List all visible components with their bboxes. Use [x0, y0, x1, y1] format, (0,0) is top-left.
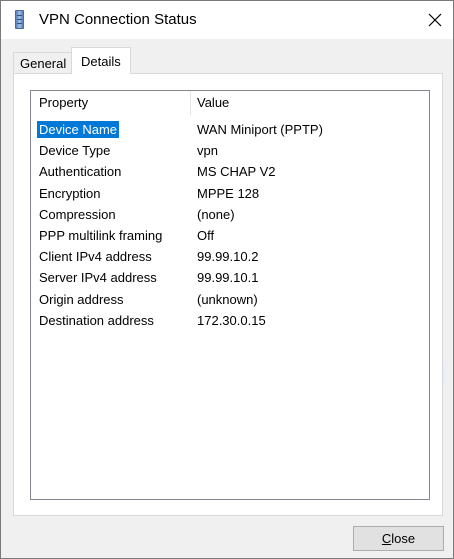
- column-header-property[interactable]: Property: [39, 91, 187, 115]
- close-window-button[interactable]: [419, 5, 451, 35]
- row-value: vpn: [197, 143, 218, 159]
- tab-details-label: Details: [81, 54, 121, 69]
- row-property: Authentication: [39, 164, 122, 180]
- list-header: Property Value: [31, 91, 429, 115]
- row-property: Device Name: [37, 121, 120, 138]
- row-value: Off: [197, 227, 215, 243]
- list-row[interactable]: Device Name WAN Miniport (PPTP): [31, 119, 429, 140]
- close-button-mnemonic: C: [381, 531, 392, 546]
- row-property: Client IPv4 address: [39, 249, 152, 265]
- tab-general-label: General: [20, 56, 67, 71]
- row-value: 99.99.10.1: [197, 270, 259, 286]
- window-title: VPN Connection Status: [39, 11, 197, 28]
- details-tab-panel: Property Value Device Name WAN Miniport …: [13, 73, 443, 516]
- list-body: Device Name WAN Miniport (PPTP) Device T…: [31, 119, 429, 331]
- list-row[interactable]: Device Type vpn: [31, 140, 429, 161]
- list-row[interactable]: Client IPv4 address 99.99.10.2: [31, 246, 429, 267]
- tab-general[interactable]: General: [13, 52, 72, 73]
- row-property: Destination address: [39, 312, 154, 328]
- row-property: Compression: [39, 206, 116, 222]
- row-value: (unknown): [197, 291, 258, 307]
- row-value: MS CHAP V2: [197, 164, 276, 180]
- title-bar[interactable]: VPN Connection Status: [1, 1, 453, 39]
- row-value: 99.99.10.2: [197, 249, 259, 265]
- column-header-value[interactable]: Value: [197, 91, 417, 115]
- list-row[interactable]: Authentication MS CHAP V2: [31, 161, 429, 182]
- vpn-status-dialog: VPN Connection Status General Details Pr…: [0, 0, 454, 559]
- row-property: Server IPv4 address: [39, 270, 157, 286]
- vpn-connection-icon: [15, 10, 24, 29]
- row-property: Encryption: [39, 185, 101, 201]
- list-row[interactable]: Destination address 172.30.0.15: [31, 310, 429, 331]
- list-row[interactable]: Server IPv4 address 99.99.10.1: [31, 267, 429, 288]
- tab-details[interactable]: Details: [71, 47, 131, 74]
- column-divider[interactable]: [190, 91, 191, 115]
- row-value: (none): [197, 206, 235, 222]
- close-button-label: lose: [391, 531, 416, 546]
- row-value: MPPE 128: [197, 185, 260, 201]
- list-row[interactable]: Encryption MPPE 128: [31, 183, 429, 204]
- close-icon: [428, 13, 442, 27]
- row-value: WAN Miniport (PPTP): [197, 122, 323, 137]
- row-property: Origin address: [39, 291, 124, 307]
- details-list[interactable]: Property Value Device Name WAN Miniport …: [30, 90, 430, 500]
- row-property: PPP multilink framing: [39, 227, 163, 243]
- list-row[interactable]: Origin address (unknown): [31, 289, 429, 310]
- close-button[interactable]: Close: [353, 526, 444, 551]
- list-row[interactable]: PPP multilink framing Off: [31, 225, 429, 246]
- list-row[interactable]: Compression (none): [31, 204, 429, 225]
- row-value: 172.30.0.15: [197, 312, 266, 328]
- row-property: Device Type: [39, 143, 111, 159]
